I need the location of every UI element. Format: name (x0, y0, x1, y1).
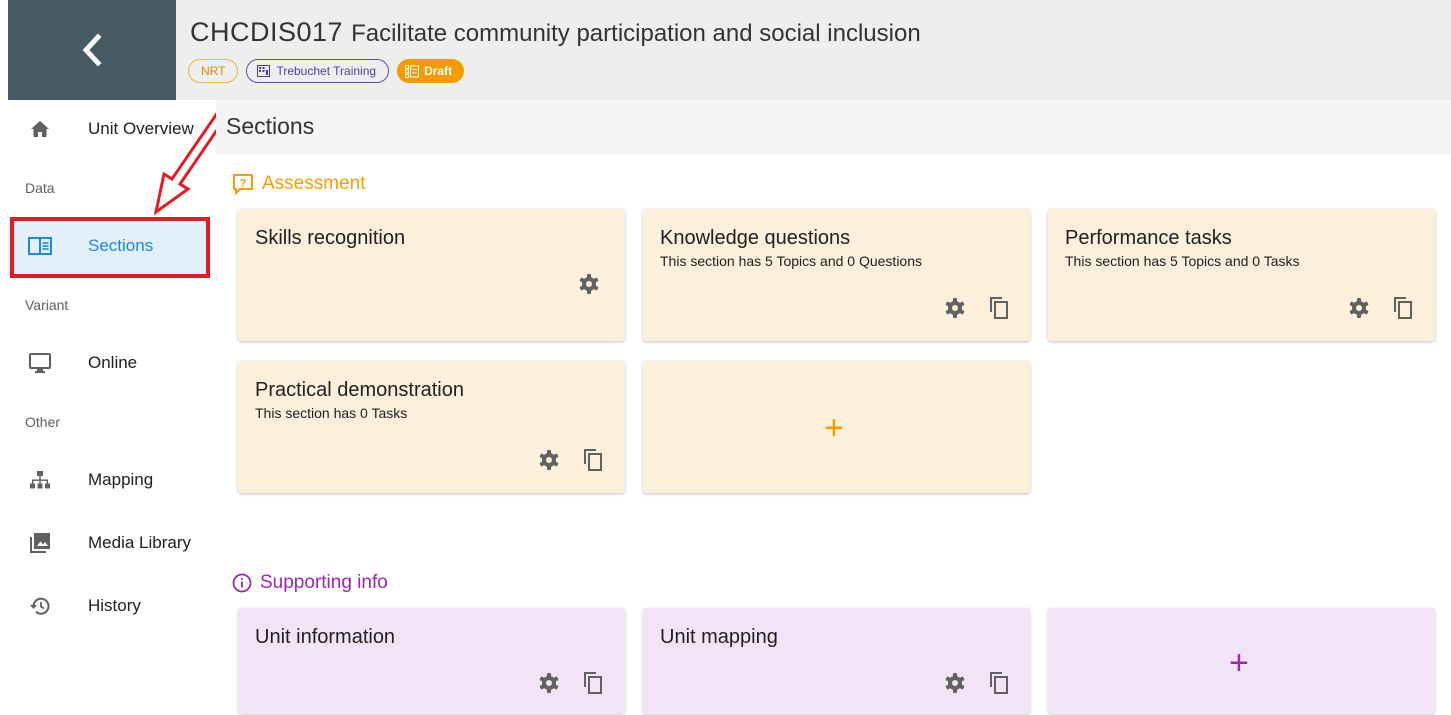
sidebar-item-media-library[interactable]: Media Library (8, 514, 208, 572)
card-title: Unit information (255, 626, 396, 648)
draft-status-chip: Draft (397, 59, 465, 83)
copy-icon[interactable] (1390, 295, 1416, 321)
unit-chips: NRT Trebuchet Training Draft (188, 59, 465, 83)
section-card-skills-recognition[interactable]: Skills recognition (238, 209, 625, 341)
sidebar-item-label: Unit Overview (88, 119, 194, 138)
photo-library-icon (28, 531, 52, 555)
page-title: CHCDIS017 Facilitate community participat… (190, 17, 921, 48)
question-icon: ? (233, 174, 253, 195)
sidebar-item-history[interactable]: History (8, 577, 208, 635)
back-button[interactable] (8, 0, 176, 100)
sidebar-item-online[interactable]: Online (8, 334, 208, 392)
sidebar-item-unit-overview[interactable]: Unit Overview (8, 100, 208, 158)
sections-header-bar: Sections (216, 100, 1451, 155)
chevron-left-icon (82, 33, 102, 67)
card-title: Performance tasks (1065, 227, 1232, 249)
section-card-unit-mapping[interactable]: Unit mapping (643, 608, 1030, 714)
assessment-heading-label: Assessment (262, 173, 366, 194)
card-title: Knowledge questions (660, 227, 851, 249)
supporting-info-heading: Supporting info (232, 572, 388, 594)
svg-text:?: ? (240, 178, 247, 190)
gear-icon[interactable] (942, 295, 968, 321)
organisation-chip-label: Trebuchet Training (276, 64, 377, 78)
section-card-practical-demonstration[interactable]: Practical demonstration This section has… (238, 361, 625, 493)
sidebar-item-label: Sections (88, 236, 154, 255)
sidebar-item-label: Online (88, 353, 138, 372)
sidebar: Unit Overview Data Sections Variant Onli… (8, 100, 216, 715)
card-title: Unit mapping (660, 626, 778, 648)
unit-name: Facilitate community participation and s… (351, 20, 921, 47)
copy-icon[interactable] (986, 295, 1012, 321)
card-subtitle: This section has 0 Tasks (255, 405, 408, 421)
copy-icon[interactable] (580, 670, 606, 696)
sidebar-group-variant: Variant (25, 297, 69, 313)
assessment-heading: ? Assessment (232, 173, 365, 195)
history-icon (28, 594, 52, 618)
nrt-chip-label: NRT (201, 64, 226, 78)
supporting-info-heading-label: Supporting info (260, 572, 388, 593)
nrt-chip: NRT (188, 59, 239, 83)
sidebar-group-other: Other (25, 414, 61, 430)
building-icon (257, 65, 271, 77)
gear-icon[interactable] (536, 670, 562, 696)
gear-icon[interactable] (536, 447, 562, 473)
sidebar-item-label: History (88, 596, 141, 615)
sidebar-item-mapping[interactable]: Mapping (8, 451, 208, 509)
plus-icon: + (824, 409, 844, 447)
copy-icon[interactable] (986, 670, 1012, 696)
plus-icon: + (1229, 644, 1249, 682)
section-card-performance-tasks[interactable]: Performance tasks This section has 5 Top… (1048, 209, 1435, 341)
sidebar-group-data: Data (25, 180, 55, 196)
sections-title: Sections (226, 113, 315, 139)
section-card-knowledge-questions[interactable]: Knowledge questions This section has 5 T… (643, 209, 1030, 341)
organisation-chip[interactable]: Trebuchet Training (246, 59, 390, 83)
card-subtitle: This section has 5 Topics and 0 Tasks (1065, 253, 1300, 269)
copy-icon[interactable] (580, 447, 606, 473)
card-subtitle: This section has 5 Topics and 0 Question… (660, 253, 923, 269)
sitemap-icon (28, 468, 52, 492)
section-card-unit-information[interactable]: Unit information (238, 608, 625, 714)
desktop-icon (28, 351, 52, 375)
list-icon (405, 64, 420, 78)
gear-icon[interactable] (576, 271, 602, 297)
gear-icon[interactable] (942, 670, 968, 696)
unit-header: CHCDIS017 Facilitate community participat… (176, 0, 1451, 100)
sidebar-item-sections[interactable]: Sections (8, 217, 208, 275)
sidebar-item-label: Media Library (88, 533, 191, 552)
gear-icon[interactable] (1346, 295, 1372, 321)
card-title: Skills recognition (255, 227, 406, 249)
chrome-reader-icon (28, 234, 52, 258)
add-supporting-section-card[interactable]: + (1048, 608, 1435, 714)
card-title: Practical demonstration (255, 379, 464, 401)
unit-code: CHCDIS017 (190, 17, 344, 47)
draft-status-label: Draft (424, 64, 453, 78)
info-icon (232, 573, 252, 593)
home-icon (28, 117, 52, 141)
add-assessment-section-card[interactable]: + (643, 361, 1030, 493)
sidebar-item-label: Mapping (88, 470, 154, 489)
